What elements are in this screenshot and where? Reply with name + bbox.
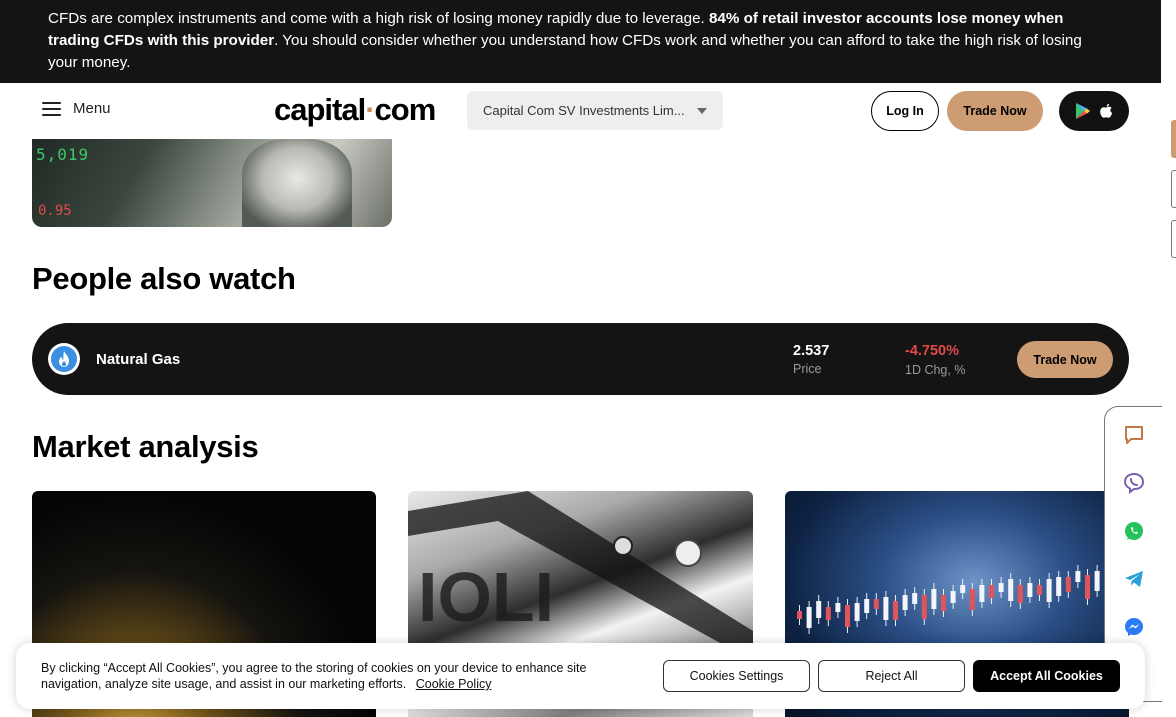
capital-com-logo[interactable]: capital·com <box>274 92 437 128</box>
instrument-icon <box>48 343 80 375</box>
candle-body <box>816 601 822 618</box>
candle-body <box>825 607 831 620</box>
telegram-icon[interactable] <box>1122 567 1146 591</box>
candle-body <box>941 595 946 611</box>
candle-body <box>1008 579 1014 601</box>
flame-icon <box>59 351 69 367</box>
candle-body <box>893 601 898 620</box>
side-tabs <box>1171 120 1176 270</box>
reject-all-button[interactable]: Reject All <box>818 660 965 692</box>
candle-body <box>1017 585 1023 603</box>
candle-body <box>998 583 1004 592</box>
caret-down-icon <box>697 107 707 114</box>
candle-body <box>950 591 956 603</box>
candle-body <box>969 589 975 610</box>
cookie-consent-text-block: By clicking “Accept All Cookies”, you ag… <box>41 660 641 692</box>
candle-body <box>1037 585 1042 595</box>
hamburger-icon <box>42 101 61 116</box>
entity-select[interactable]: Capital Com SV Investments Lim... <box>467 91 723 130</box>
site-header: Menu capital·com Capital Com SV Investme… <box>0 83 1161 139</box>
instrument-change: -4.750% <box>905 343 960 359</box>
candle-body <box>921 595 927 619</box>
svg-text:IOLI: IOLI <box>418 558 554 636</box>
thumbnail-ticker-bottom: 0.95 <box>38 203 72 219</box>
instrument-row-natural-gas[interactable]: Natural Gas 2.537 Price -4.750% 1D Chg, … <box>32 323 1129 395</box>
instrument-name: Natural Gas <box>96 351 181 368</box>
candle-body <box>960 585 966 593</box>
candle-body <box>1056 577 1062 596</box>
thumbnail-ticker-top: 5,019 <box>36 145 90 164</box>
instrument-trade-now-button[interactable]: Trade Now <box>1017 341 1113 378</box>
side-tab-3[interactable] <box>1171 220 1176 258</box>
candle-body <box>1027 583 1033 597</box>
candle-body <box>1065 577 1071 592</box>
login-button[interactable]: Log In <box>871 91 939 131</box>
article-thumbnail-image[interactable]: 5,019 0.95 <box>32 139 392 227</box>
trade-now-button[interactable]: Trade Now <box>947 91 1043 131</box>
apple-icon <box>1099 103 1112 118</box>
chat-icon[interactable] <box>1122 423 1146 447</box>
candle-body <box>931 589 937 609</box>
logo-text-right: com <box>374 92 437 127</box>
menu-button[interactable]: Menu <box>42 100 111 117</box>
candle-body <box>912 593 918 604</box>
candle-body <box>873 599 879 609</box>
page: CFDs are complex instruments and come wi… <box>0 0 1176 717</box>
candle-body <box>845 605 850 627</box>
candle-body <box>883 597 889 620</box>
cookie-consent-banner: By clicking “Accept All Cookies”, you ag… <box>16 643 1145 709</box>
candle-body <box>1085 575 1090 599</box>
candle-body <box>797 611 802 619</box>
banknote-portrait <box>242 139 352 227</box>
cookies-settings-button[interactable]: Cookies Settings <box>663 660 810 692</box>
instrument-price-label: Price <box>793 362 822 376</box>
google-play-icon <box>1075 103 1090 119</box>
side-tab-2[interactable] <box>1171 170 1176 208</box>
candle-body <box>989 585 994 598</box>
candle-body <box>864 599 870 613</box>
candle-body <box>806 607 812 628</box>
entity-select-value: Capital Com SV Investments Lim... <box>483 103 685 118</box>
candle-body <box>1046 579 1052 602</box>
logo-text-left: capital <box>274 92 366 127</box>
logo-dot: · <box>365 92 375 127</box>
messenger-icon[interactable] <box>1122 615 1146 639</box>
app-download-button[interactable] <box>1059 91 1129 131</box>
candle-body <box>854 603 860 621</box>
accept-all-cookies-button[interactable]: Accept All Cookies <box>973 660 1120 692</box>
risk-text-start: CFDs are complex instruments and come wi… <box>48 10 709 27</box>
side-tab-1[interactable] <box>1171 120 1176 158</box>
candle-body <box>979 585 985 602</box>
menu-label: Menu <box>73 100 111 117</box>
viber-icon[interactable] <box>1122 471 1146 495</box>
candle-body <box>902 595 908 610</box>
instrument-price: 2.537 <box>793 343 830 359</box>
risk-warning-banner: CFDs are complex instruments and come wi… <box>0 0 1161 83</box>
people-also-watch-title: People also watch <box>32 261 296 296</box>
candle-body <box>835 603 841 612</box>
instrument-change-label: 1D Chg, % <box>905 363 966 377</box>
whatsapp-icon[interactable] <box>1122 519 1146 543</box>
candle-body <box>1075 571 1081 582</box>
market-analysis-title: Market analysis <box>32 429 259 464</box>
candle-body <box>1094 571 1100 591</box>
cookie-consent-text: By clicking “Accept All Cookies”, you ag… <box>41 661 587 691</box>
cookie-policy-link[interactable]: Cookie Policy <box>416 677 492 691</box>
